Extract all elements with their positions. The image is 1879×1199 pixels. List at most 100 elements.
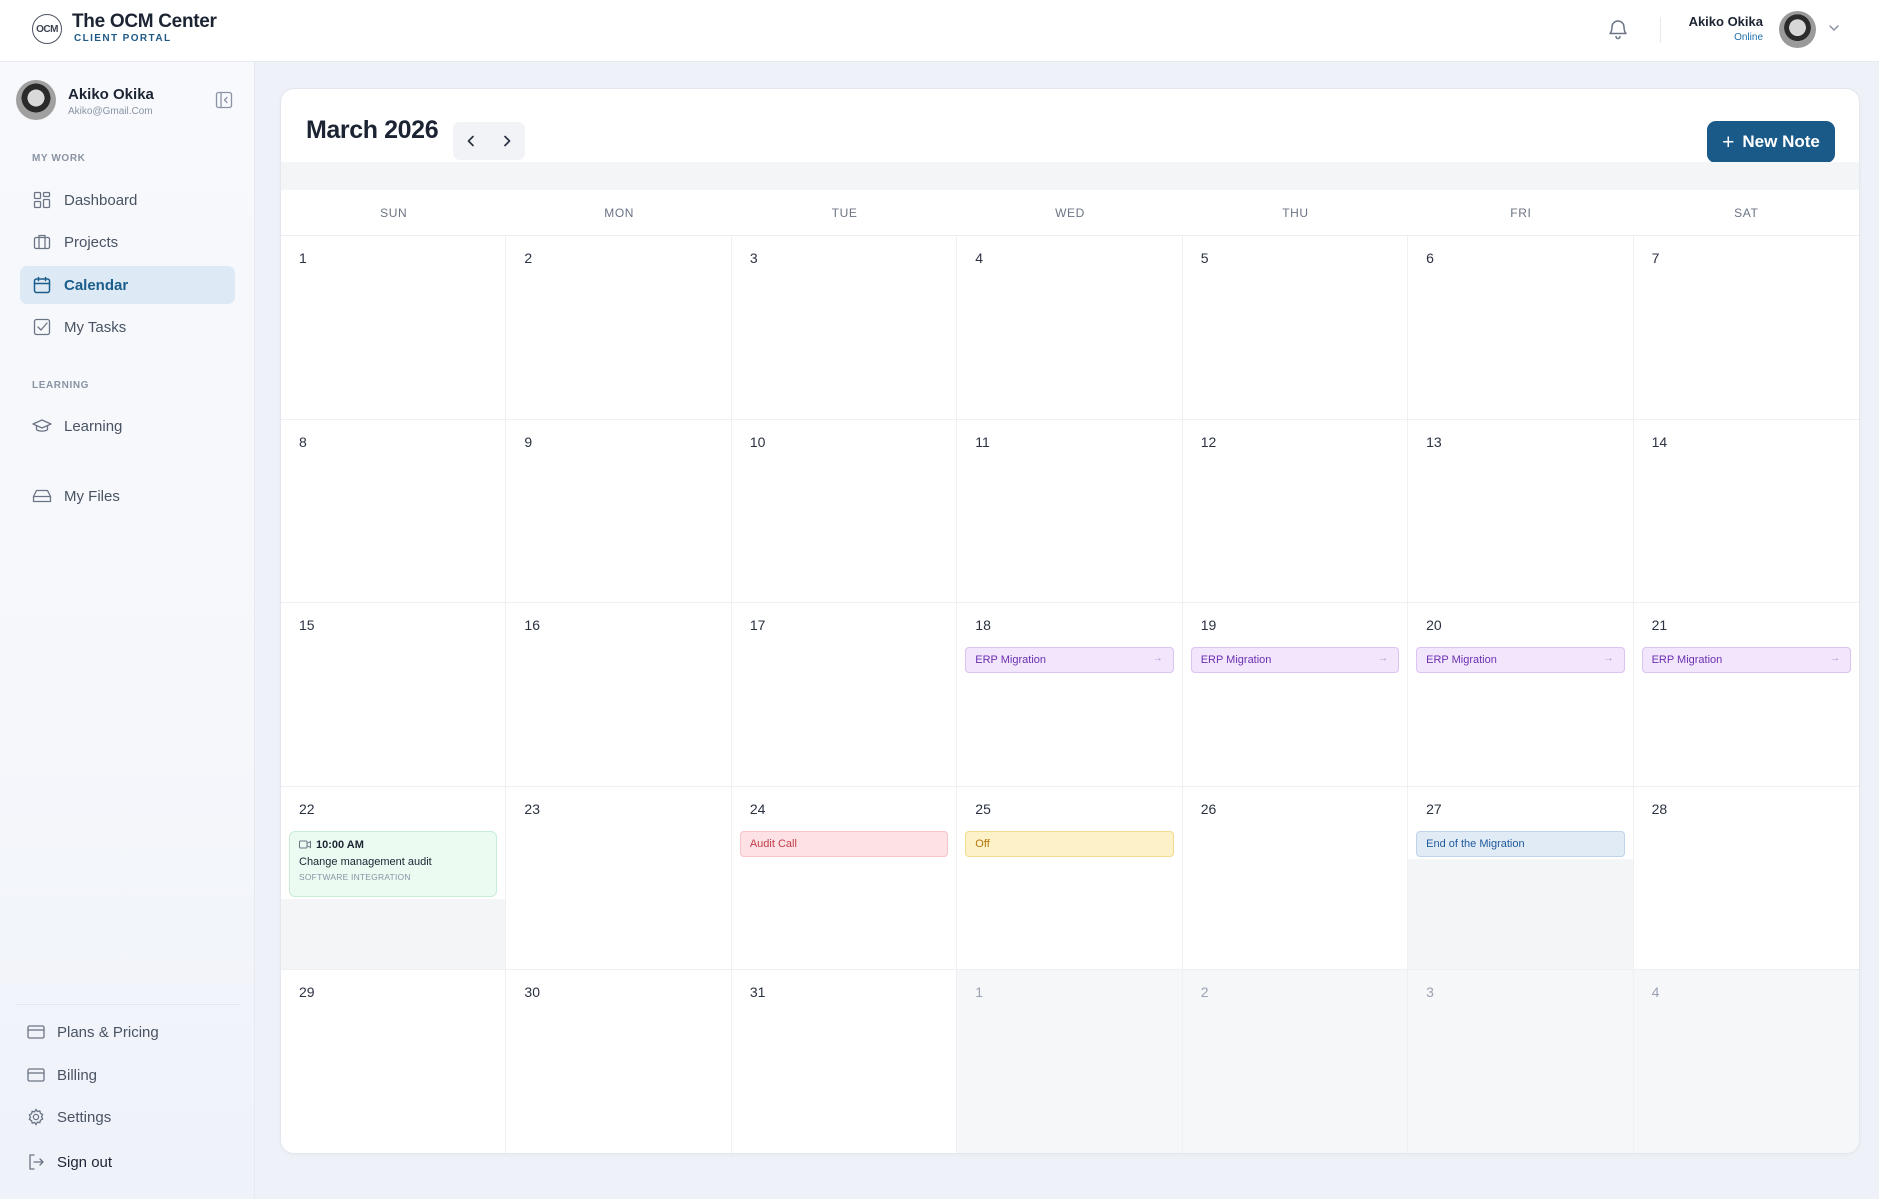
calendar-day-cell[interactable]: 31 (732, 970, 958, 1153)
day-number: 20 (1426, 617, 1442, 634)
new-note-button[interactable]: + New Note (1707, 121, 1835, 163)
calendar-day-cell[interactable]: 25 Off (957, 786, 1183, 971)
chevron-right-icon[interactable] (494, 128, 520, 154)
calendar-day-cell[interactable]: 30 (506, 970, 732, 1153)
sidebar-item-my-tasks[interactable]: My Tasks (20, 308, 235, 346)
day-number: 16 (524, 617, 540, 634)
header-avatar[interactable] (1779, 11, 1816, 48)
day-number: 2 (1200, 984, 1209, 1001)
day-number: 9 (524, 433, 533, 450)
event-label: Audit Call (749, 837, 797, 850)
card-icon (26, 1065, 46, 1085)
section-learning: LEARNING (32, 380, 90, 391)
calendar-day-cell[interactable]: 18 ERP Migration → (957, 603, 1183, 787)
calendar-day-cell[interactable]: 29 (281, 970, 507, 1153)
calendar-event[interactable]: ERP Migration → (1190, 647, 1400, 674)
day-number: 1 (299, 250, 307, 266)
sidebar-collapse-icon[interactable] (215, 91, 233, 109)
day-number: 30 (524, 984, 540, 1001)
calendar-day-cell[interactable]: 26 (1182, 786, 1409, 971)
calendar-event[interactable]: Off (965, 830, 1174, 857)
sidebar-item-label: Settings (57, 1108, 112, 1126)
calendar-day-cell[interactable]: 3 (731, 236, 958, 420)
calendar-icon (32, 275, 52, 295)
calendar-day-cell[interactable]: 9 (506, 419, 732, 604)
calendar-day-cell[interactable]: 27 End of the Migration (1408, 786, 1634, 971)
header-user-name[interactable]: Akiko Okika (1689, 14, 1763, 29)
sidebar-item-projects[interactable]: Projects (20, 223, 235, 261)
weekday-label: SAT (1734, 205, 1759, 220)
sidebar-item-label: Calendar (64, 276, 129, 294)
calendar-day-cell[interactable]: 20 ERP Migration → (1408, 603, 1634, 787)
day-number: 27 (1426, 800, 1442, 817)
bell-icon[interactable] (1606, 17, 1630, 41)
chevron-left-icon[interactable] (458, 128, 484, 154)
calendar-day-cell[interactable]: 16 (506, 603, 732, 787)
sidebar-item-label: Dashboard (64, 191, 138, 209)
day-number: 24 (749, 800, 766, 817)
calendar-day-cell[interactable]: 10 (731, 419, 958, 604)
sidebar-item-calendar[interactable]: Calendar (20, 266, 235, 304)
calendar-toolbar-band (281, 162, 1859, 190)
checkbox-icon (32, 317, 52, 337)
day-number: 15 (299, 617, 315, 634)
weekday-label: SUN (380, 205, 408, 220)
day-number: 7 (1651, 250, 1660, 266)
calendar-day-cell[interactable]: 1 (281, 236, 507, 420)
calendar-event[interactable]: ERP Migration → (1641, 647, 1851, 674)
calendar-day-cell[interactable]: 24 Audit Call (731, 786, 958, 971)
calendar-day-cell[interactable]: 12 (1182, 419, 1409, 604)
calendar-event[interactable]: ERP Migration → (1416, 647, 1625, 674)
arrow-right-icon: → (1378, 653, 1389, 665)
sidebar-item-dashboard[interactable]: Dashboard (20, 181, 235, 219)
weekday-label: MON (604, 205, 635, 220)
calendar-day-cell[interactable]: 5 (1182, 236, 1409, 420)
sign-out-button[interactable]: Sign out (16, 1144, 241, 1180)
calendar-event[interactable]: End of the Migration (1416, 830, 1625, 857)
calendar-day-cell[interactable]: 4 (1633, 970, 1859, 1153)
chevron-down-icon[interactable] (1826, 20, 1842, 36)
sidebar-item-settings[interactable]: Settings (16, 1099, 241, 1135)
calendar-day-cell[interactable]: 13 (1408, 419, 1634, 604)
calendar-day-cell[interactable]: 19 ERP Migration → (1182, 603, 1409, 787)
meeting-event[interactable]: 10:00 AM Change management audit SOFTWARE … (289, 830, 498, 897)
day-number: 22 (299, 800, 315, 817)
sidebar-avatar[interactable] (16, 80, 56, 120)
sidebar-item-billing[interactable]: Billing (16, 1057, 241, 1093)
card-icon (26, 1022, 46, 1042)
day-number: 13 (1426, 433, 1442, 450)
calendar-day-cell[interactable]: 2 (1182, 970, 1409, 1153)
day-number: 1 (975, 984, 984, 1001)
sidebar-item-learning[interactable]: Learning (20, 407, 235, 445)
day-shade (281, 898, 506, 970)
calendar-day-cell[interactable]: 15 (281, 603, 507, 787)
plus-icon: + (1722, 130, 1735, 154)
day-number: 3 (749, 250, 758, 266)
weekday-header: SUN MON TUE WED THU FRI SAT (281, 190, 1859, 236)
calendar-day-cell[interactable]: 6 (1408, 236, 1634, 420)
calendar-day-cell[interactable]: 11 (957, 419, 1183, 604)
calendar-day-cell[interactable]: 28 (1633, 787, 1859, 971)
calendar-day-cell[interactable]: 4 (957, 236, 1183, 420)
meeting-time-row: 10:00 AM (299, 839, 487, 851)
calendar-day-cell[interactable]: 1 (957, 970, 1183, 1153)
day-number: 26 (1200, 800, 1217, 817)
calendar-day-cell[interactable]: 3 (1408, 970, 1634, 1153)
calendar-day-cell[interactable]: 7 (1633, 236, 1859, 420)
sidebar-item-plans-pricing[interactable]: Plans & Pricing (16, 1014, 241, 1050)
sidebar-item-label: Learning (64, 417, 123, 435)
calendar-event[interactable]: Audit Call (739, 830, 949, 857)
calendar-event[interactable]: ERP Migration → (965, 647, 1174, 674)
sidebar-item-my-files[interactable]: My Files (20, 477, 235, 515)
event-label: ERP Migration (975, 654, 1046, 667)
calendar-day-cell[interactable]: 2 (506, 236, 732, 420)
calendar-day-cell[interactable]: 21 ERP Migration → (1633, 603, 1859, 787)
calendar-day-cell[interactable]: 17 (731, 603, 958, 787)
calendar-day-cell[interactable]: 22 10:00 AM Change management audit SOFTWAR… (281, 786, 507, 971)
calendar-day-cell[interactable]: 8 (281, 419, 507, 604)
sidebar-item-label: My Files (64, 487, 120, 505)
event-label: Off (975, 837, 990, 850)
calendar-day-cell[interactable]: 14 (1633, 420, 1859, 604)
calendar-day-cell[interactable]: 23 (506, 786, 732, 971)
logo-icon: OCM (32, 14, 62, 44)
